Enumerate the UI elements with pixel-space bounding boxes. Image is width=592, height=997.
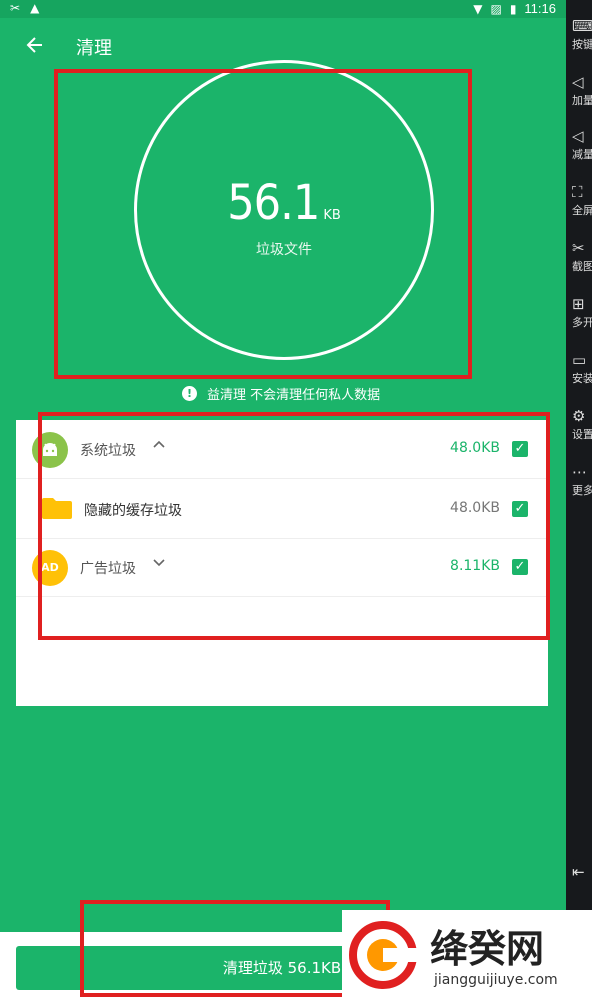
sidebar-item-keys[interactable]: ⌨ 按键 [572, 18, 592, 52]
junk-list: 系统垃圾 48.0KB ✓ 隐藏的缓存垃圾 48.0KB ✓ AD 广告垃圾 8… [16, 420, 548, 706]
list-item-system-junk[interactable]: 系统垃圾 48.0KB ✓ [16, 420, 548, 479]
junk-size-unit: KB [323, 208, 341, 223]
list-item-hidden-cache[interactable]: 隐藏的缓存垃圾 48.0KB ✓ [16, 480, 548, 539]
chevron-down-icon[interactable] [152, 555, 166, 573]
more-icon: ⋯ [572, 463, 587, 481]
list-item-label: 系统垃圾 [80, 443, 136, 459]
back-arrow-icon[interactable] [24, 34, 48, 58]
privacy-notice: ! 益清理 不会清理任何私人数据 [182, 384, 380, 403]
sidebar-item-install[interactable]: ▭ 安装 [572, 352, 592, 386]
emulator-sidebar: ⌨ 按键 ◁ 加量 ◁ 减量 ⛶ 全屏 ✂ 截图 ⊞ 多开 ▭ 安装 ⚙ 设置 ⋯ 更多 ⇤ [566, 0, 592, 997]
checkbox-checked-icon[interactable]: ✓ [512, 559, 528, 575]
sidebar-item-multi-instance[interactable]: ⊞ 多开 [572, 296, 592, 330]
list-item-size: 48.0KB [450, 500, 500, 516]
watermark: 绛癸网 jiangguijiuye.com [342, 910, 592, 997]
scissors-icon: ✂ [572, 239, 585, 257]
tools-icon: ✂ [10, 1, 21, 15]
status-time: 11:16 [524, 1, 556, 16]
list-item-ad-junk[interactable]: AD 广告垃圾 8.11KB ✓ [16, 538, 548, 597]
status-bar: ✂ ▲ ▼ ▨ ▮ 11:16 [0, 0, 566, 18]
sidebar-item-volume-up[interactable]: ◁ 加量 [572, 74, 592, 108]
junk-size-circle: 56.1 KB 垃圾文件 [134, 60, 434, 360]
apk-icon: ▭ [572, 351, 587, 369]
list-item-label: 广告垃圾 [80, 561, 136, 577]
keyboard-icon: ⌨ [572, 17, 592, 35]
multi-window-icon: ⊞ [572, 295, 585, 313]
watermark-logo [349, 921, 417, 989]
sidebar-item-fullscreen[interactable]: ⛶ 全屏 [572, 184, 592, 218]
gear-icon: ⚙ [572, 407, 586, 425]
battery-icon: ▮ [509, 1, 517, 16]
privacy-notice-text: 益清理 不会清理任何私人数据 [207, 388, 381, 403]
volume-down-icon: ◁ [572, 127, 584, 145]
list-item-size: 48.0KB [450, 440, 500, 456]
checkbox-checked-icon[interactable]: ✓ [512, 441, 528, 457]
fullscreen-icon: ⛶ [572, 183, 583, 201]
junk-size-value: 56.1 KB [137, 175, 431, 231]
sidebar-item-settings[interactable]: ⚙ 设置 [572, 408, 592, 442]
ad-icon: AD [32, 550, 68, 586]
junk-size-label: 垃圾文件 [256, 242, 312, 258]
sidebar-back[interactable]: ⇤ [572, 864, 592, 880]
checkbox-checked-icon[interactable]: ✓ [512, 501, 528, 517]
back-icon: ⇤ [572, 863, 585, 881]
list-item-label: 隐藏的缓存垃圾 [84, 503, 182, 519]
sidebar-item-more[interactable]: ⋯ 更多 [572, 464, 592, 498]
sidebar-item-volume-down[interactable]: ◁ 减量 [572, 128, 592, 162]
info-icon: ! [182, 386, 197, 401]
page-title: 清理 [76, 38, 112, 59]
android-icon [32, 432, 68, 468]
sidebar-item-screenshot[interactable]: ✂ 截图 [572, 240, 592, 274]
signal-x-icon: ▨ [490, 1, 502, 16]
list-item-size: 8.11KB [450, 558, 500, 574]
watermark-text: 绛癸网 [430, 927, 545, 971]
cleaner-app: ✂ ▲ ▼ ▨ ▮ 11:16 清理 56.1 KB 垃圾文件 ! 益清理 不会清… [0, 0, 566, 997]
notification-icon: ▲ [30, 1, 40, 15]
watermark-url: jiangguijiuye.com [434, 972, 558, 988]
wifi-icon: ▼ [473, 1, 483, 16]
volume-up-icon: ◁ [572, 73, 584, 91]
chevron-up-icon[interactable] [152, 437, 166, 455]
folder-icon [42, 498, 72, 519]
junk-size-number: 56.1 [227, 175, 320, 231]
